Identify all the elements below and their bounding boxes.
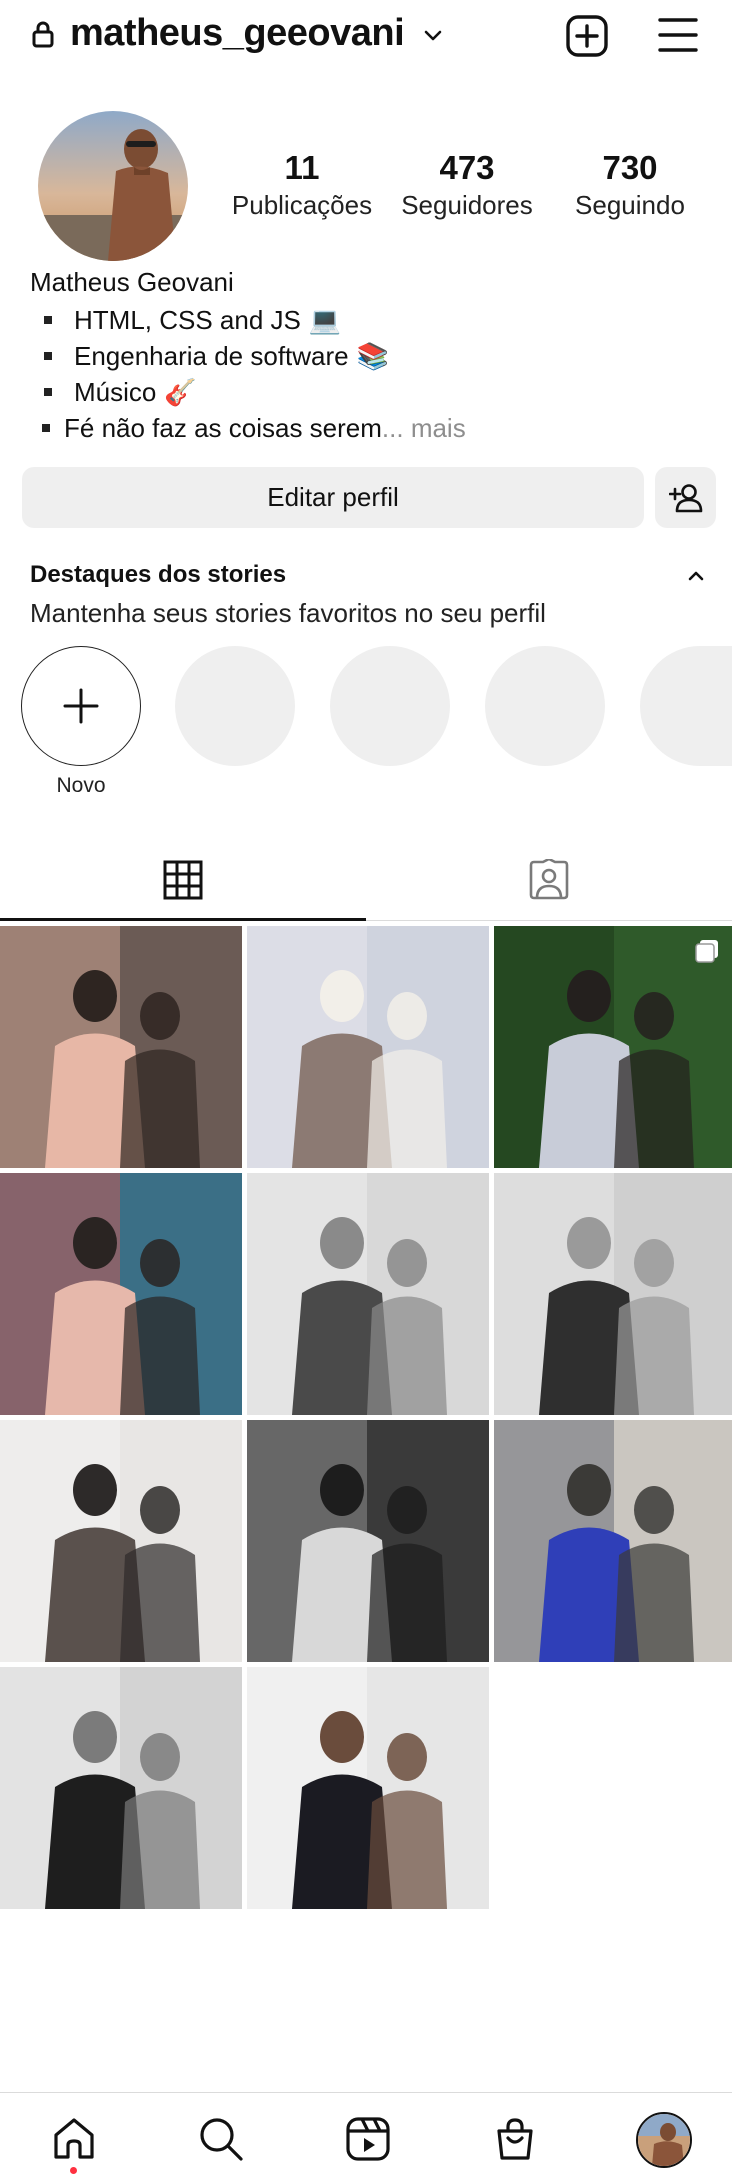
guitar-emoji-icon: 🎸 bbox=[164, 377, 197, 407]
highlight-placeholder bbox=[640, 646, 732, 766]
menu-icon[interactable] bbox=[658, 16, 698, 54]
carousel-icon bbox=[695, 940, 718, 963]
books-emoji-icon: 📚 bbox=[356, 341, 389, 371]
bullet-icon bbox=[44, 352, 52, 360]
tab-posts-grid[interactable] bbox=[0, 838, 366, 922]
grid-post[interactable] bbox=[247, 1173, 489, 1415]
bio-line: Fé não faz as coisas serem ... mais bbox=[30, 410, 466, 446]
highlights-title: Destaques dos stories bbox=[30, 561, 287, 588]
plus-icon bbox=[63, 688, 99, 724]
chevron-up-icon[interactable] bbox=[686, 566, 706, 586]
highlights-subtitle: Mantenha seus stories favoritos no seu p… bbox=[30, 598, 546, 628]
post-thumbnail bbox=[247, 1667, 489, 1909]
post-thumbnail bbox=[247, 1173, 489, 1415]
nav-profile-avatar[interactable] bbox=[636, 2112, 692, 2168]
posts-label: Publicações bbox=[231, 190, 373, 220]
post-thumbnail bbox=[0, 926, 242, 1168]
bullet-icon bbox=[44, 388, 52, 396]
chevron-down-icon[interactable] bbox=[422, 24, 444, 46]
highlight-placeholder bbox=[485, 646, 605, 766]
followers-label: Seguidores bbox=[401, 190, 533, 220]
reels-icon[interactable] bbox=[344, 2115, 392, 2163]
bio-text: Músico bbox=[74, 377, 157, 407]
grid-post[interactable] bbox=[0, 1667, 242, 1909]
active-tab-indicator bbox=[0, 918, 366, 921]
post-thumbnail bbox=[247, 1420, 489, 1662]
grid-post[interactable] bbox=[494, 1173, 732, 1415]
profile-avatar[interactable] bbox=[38, 111, 188, 261]
highlight-placeholder bbox=[330, 646, 450, 766]
add-user-icon bbox=[668, 483, 702, 512]
grid-icon bbox=[163, 860, 203, 900]
post-thumbnail bbox=[0, 1667, 242, 1909]
following-count: 730 bbox=[602, 149, 658, 186]
lock-icon bbox=[32, 21, 54, 48]
new-post-icon[interactable] bbox=[565, 14, 609, 58]
bio-line: Engenharia de software 📚 bbox=[30, 338, 466, 374]
laptop-emoji-icon: 💻 bbox=[308, 305, 342, 335]
post-thumbnail bbox=[0, 1420, 242, 1662]
following-label: Seguindo bbox=[575, 190, 685, 220]
profile-name: Matheus Geovani bbox=[30, 267, 234, 297]
bullet-icon bbox=[42, 424, 50, 432]
grid-post[interactable] bbox=[0, 926, 242, 1168]
shop-icon[interactable] bbox=[491, 2115, 539, 2163]
new-highlight-button[interactable] bbox=[21, 646, 141, 766]
grid-post[interactable] bbox=[494, 1420, 732, 1662]
grid-post[interactable] bbox=[0, 1173, 242, 1415]
home-icon[interactable] bbox=[50, 2115, 98, 2163]
bio-line: HTML, CSS and JS 💻 bbox=[30, 302, 466, 338]
post-thumbnail bbox=[494, 1420, 732, 1662]
posts-count: 11 bbox=[284, 149, 320, 186]
followers-count: 473 bbox=[439, 149, 495, 186]
edit-profile-button[interactable]: Editar perfil bbox=[22, 467, 644, 528]
tagged-icon bbox=[529, 859, 569, 900]
username-switcher[interactable]: matheus_geeovani bbox=[70, 12, 405, 55]
grid-post[interactable] bbox=[0, 1420, 242, 1662]
search-icon[interactable] bbox=[197, 2115, 245, 2163]
tab-tagged[interactable] bbox=[366, 838, 732, 922]
post-thumbnail bbox=[247, 926, 489, 1168]
grid-post[interactable] bbox=[247, 1667, 489, 1909]
profile-bio: HTML, CSS and JS 💻 Engenharia de softwar… bbox=[30, 302, 466, 446]
new-highlight-label: Novo bbox=[56, 774, 106, 797]
bio-more-link[interactable]: ... mais bbox=[382, 410, 466, 446]
stat-posts[interactable]: 11 Publicações bbox=[212, 148, 392, 222]
notification-dot bbox=[70, 2167, 77, 2174]
bio-text: HTML, CSS and JS bbox=[74, 305, 301, 335]
highlight-placeholder bbox=[175, 646, 295, 766]
grid-post[interactable] bbox=[494, 926, 732, 1168]
top-header: matheus_geeovani bbox=[0, 0, 732, 72]
post-thumbnail bbox=[494, 1173, 732, 1415]
bio-text: Engenharia de software bbox=[74, 341, 349, 371]
bio-line: Músico 🎸 bbox=[30, 374, 466, 410]
stat-following[interactable]: 730 Seguindo bbox=[540, 148, 720, 222]
post-thumbnail bbox=[0, 1173, 242, 1415]
grid-post[interactable] bbox=[247, 1420, 489, 1662]
grid-post[interactable] bbox=[247, 926, 489, 1168]
bio-text: Fé não faz as coisas serem bbox=[64, 413, 382, 443]
stat-followers[interactable]: 473 Seguidores bbox=[377, 148, 557, 222]
bullet-icon bbox=[44, 316, 52, 324]
discover-people-button[interactable] bbox=[655, 467, 716, 528]
